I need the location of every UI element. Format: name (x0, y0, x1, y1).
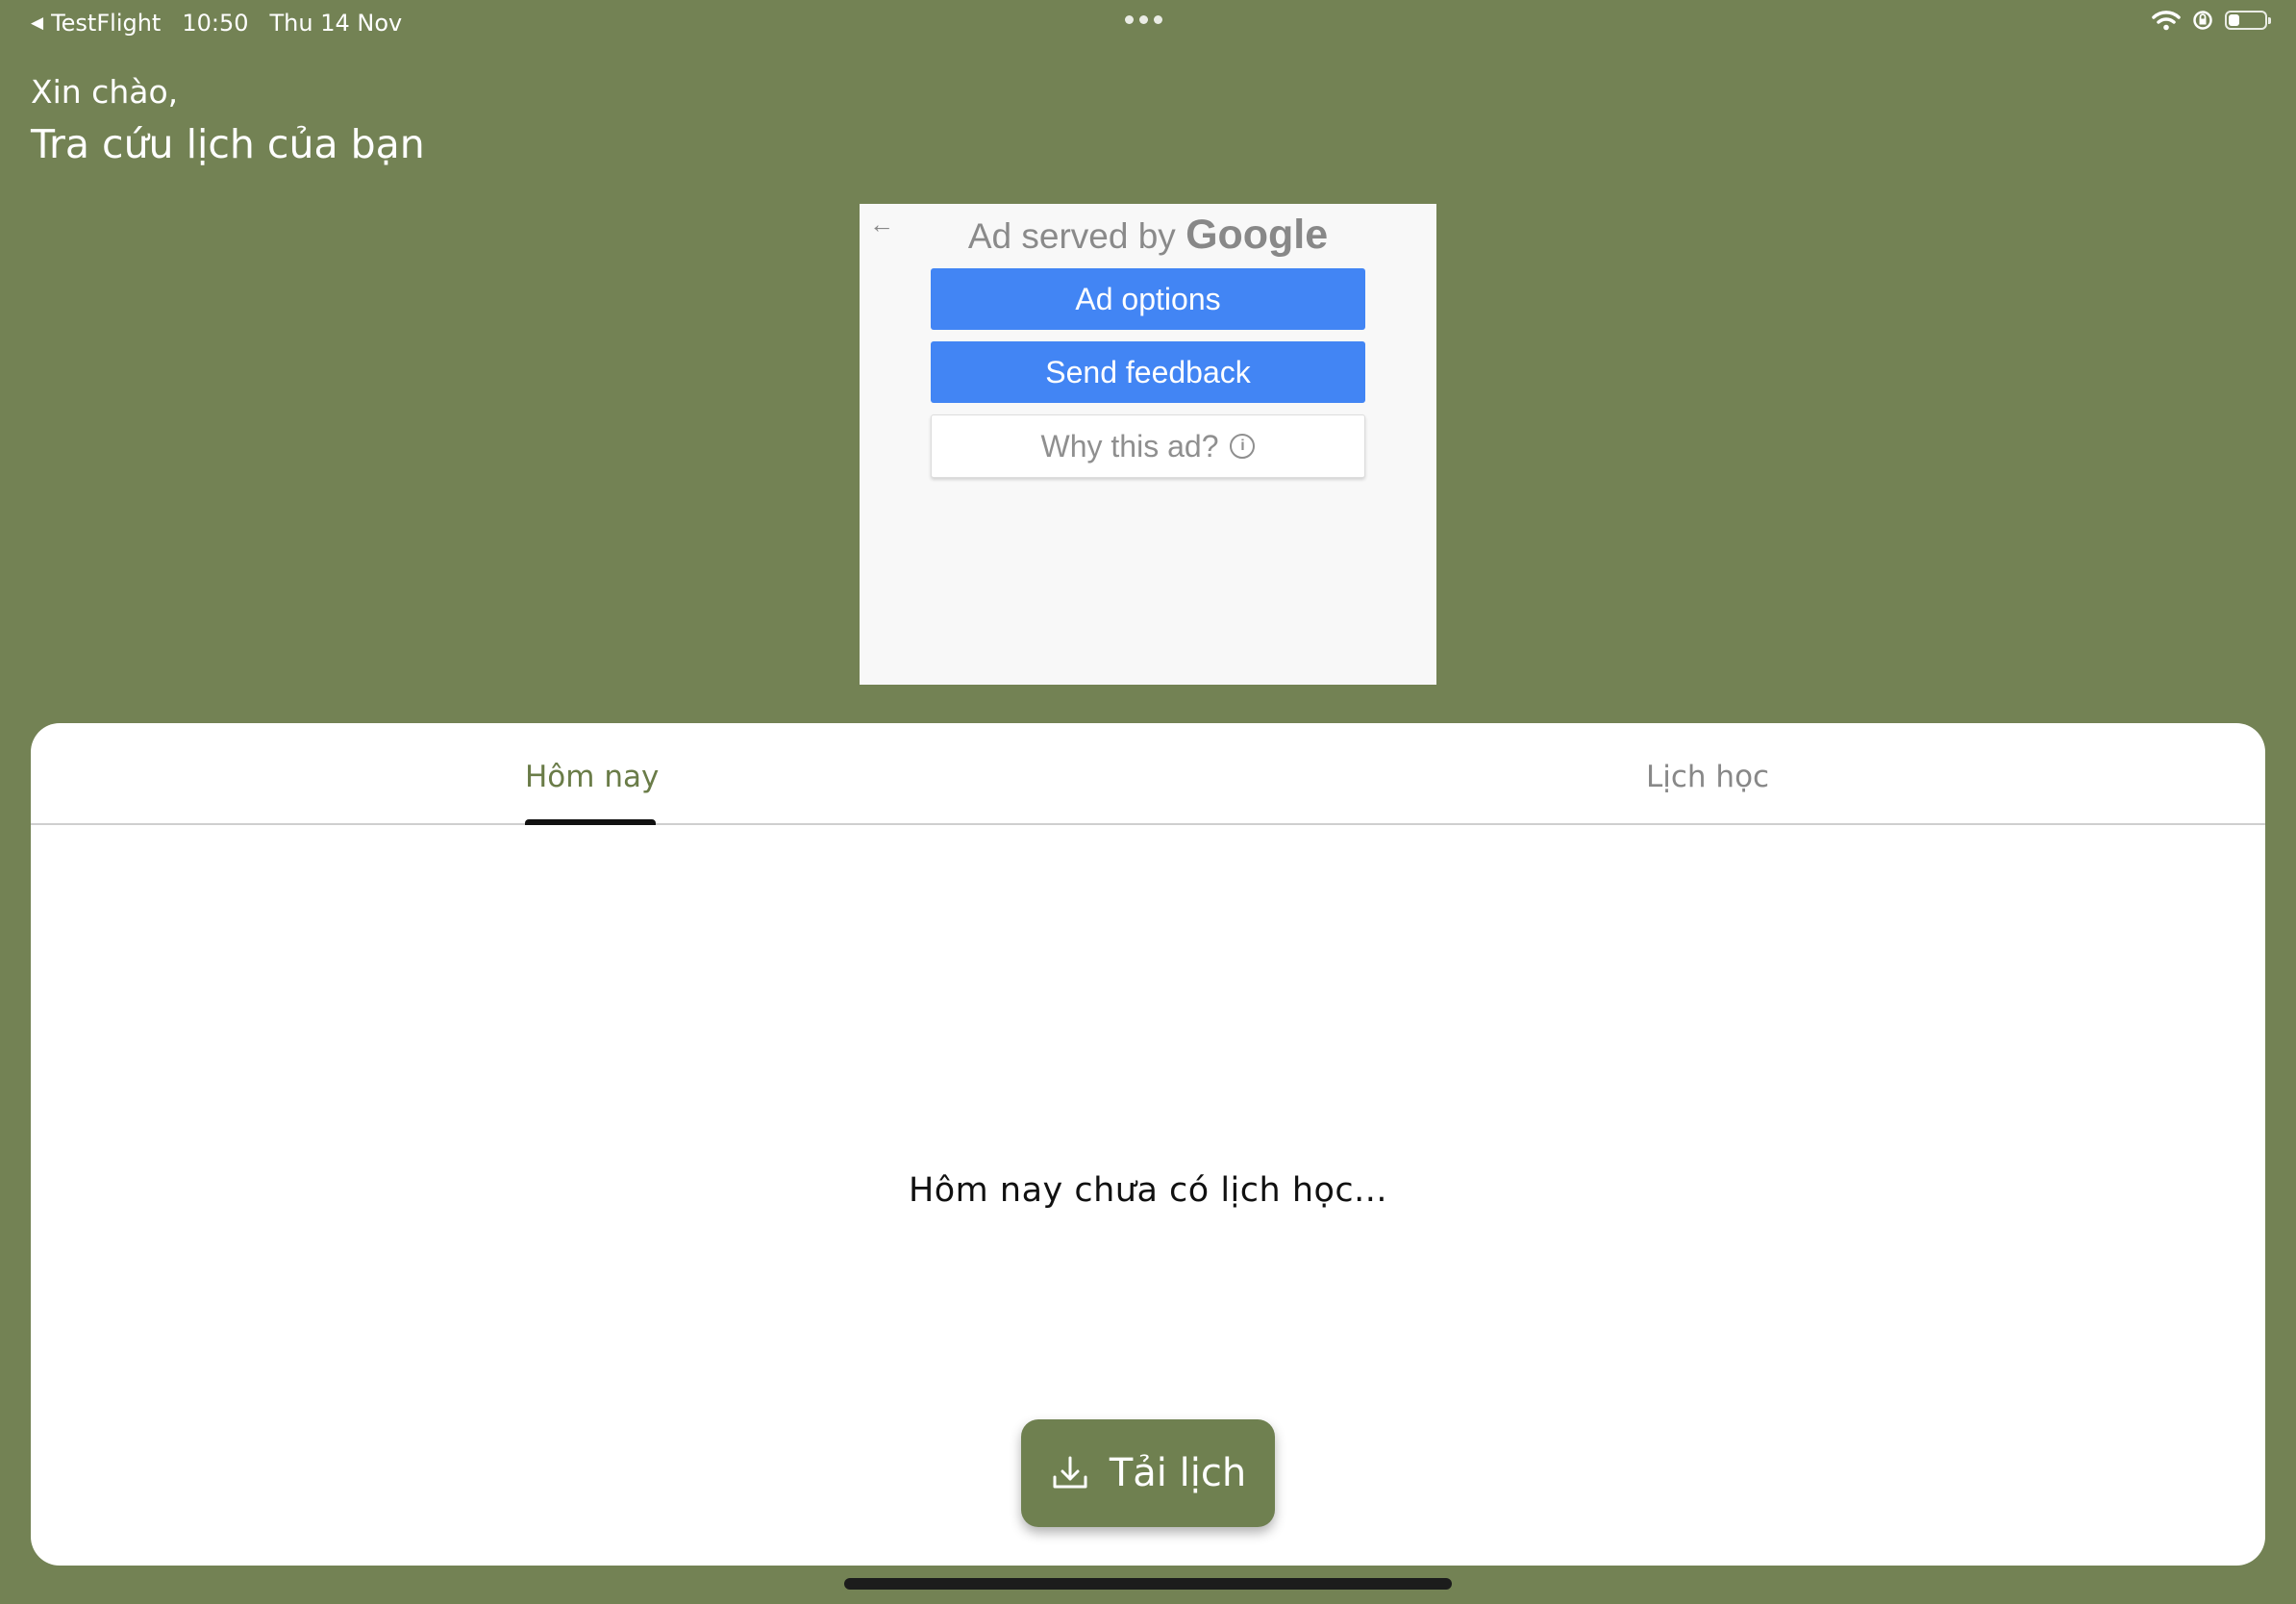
google-logo: Google (1185, 212, 1329, 258)
greeting-text: Xin chào, (31, 73, 179, 111)
back-app-label[interactable]: TestFlight (51, 10, 161, 37)
rotation-lock-icon (2193, 11, 2212, 30)
status-time: 10:50 (182, 10, 249, 37)
home-indicator[interactable] (844, 1578, 1452, 1590)
tab-schedule[interactable]: Lịch học (1646, 760, 1769, 794)
status-left[interactable]: ◀ TestFlight 10:50 Thu 14 Nov (31, 10, 402, 37)
send-feedback-button[interactable]: Send feedback (931, 341, 1365, 403)
ad-panel: ← Ad served by Google Ad options Send fe… (860, 204, 1436, 685)
battery-fill (2229, 14, 2239, 26)
page-title: Tra cứu lịch của bạn (31, 121, 425, 167)
status-date: Thu 14 Nov (269, 10, 403, 37)
ad-served-by: Ad served by Google (860, 212, 1436, 259)
multitasking-dots-icon[interactable] (1125, 15, 1162, 24)
status-right (2152, 10, 2271, 31)
ad-options-button[interactable]: Ad options (931, 268, 1365, 330)
tab-today[interactable]: Hôm nay (525, 760, 659, 794)
tab-bar: Hôm nay Lịch học (31, 723, 2265, 825)
download-icon (1053, 1456, 1087, 1489)
info-icon: i (1230, 434, 1256, 459)
wifi-icon (2152, 11, 2181, 31)
status-bar: ◀ TestFlight 10:50 Thu 14 Nov (0, 0, 2296, 48)
ad-served-by-label: Ad served by (967, 216, 1176, 256)
why-this-ad-label: Why this ad? (1040, 428, 1219, 464)
battery-icon (2225, 11, 2271, 30)
download-schedule-button[interactable]: Tải lịch (1021, 1419, 1275, 1527)
download-schedule-label: Tải lịch (1109, 1451, 1247, 1495)
active-tab-indicator (525, 819, 656, 825)
empty-state-message: Hôm nay chưa có lịch học... (908, 1171, 1388, 1210)
back-arrow-icon[interactable]: ◀ (31, 13, 43, 33)
why-this-ad-button[interactable]: Why this ad? i (931, 414, 1365, 478)
schedule-card: Hôm nay Lịch học Hôm nay chưa có lịch họ… (31, 723, 2265, 1566)
